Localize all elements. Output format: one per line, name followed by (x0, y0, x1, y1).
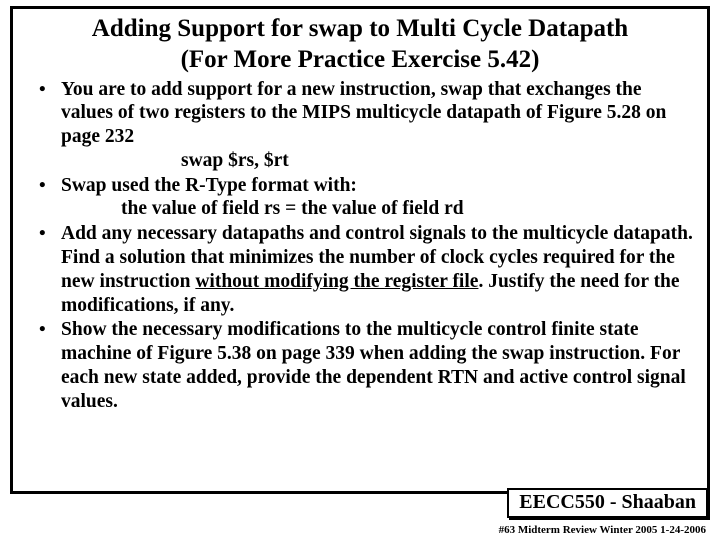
bullet-list: You are to add support for a new instruc… (27, 78, 693, 414)
slide-title: Adding Support for swap to Multi Cycle D… (27, 13, 693, 76)
list-item: Swap used the R-Type format with: the va… (27, 174, 693, 222)
bullet-text: Swap used the R-Type format with: (61, 175, 357, 196)
list-item: Add any necessary datapaths and control … (27, 222, 693, 317)
footer-course-box: EECC550 - Shaaban (507, 488, 708, 518)
footer-meta: #63 Midterm Review Winter 2005 1-24-2006 (499, 524, 706, 536)
bullet-indent: swap $rs, $rt (61, 149, 693, 173)
list-item: You are to add support for a new instruc… (27, 78, 693, 173)
bullet-underline: without modifying the register file (195, 271, 478, 292)
title-line-2: (For More Practice Exercise 5.42) (181, 46, 540, 73)
slide-frame: Adding Support for swap to Multi Cycle D… (10, 6, 710, 494)
list-item: Show the necessary modifications to the … (27, 318, 693, 413)
title-line-1: Adding Support for swap to Multi Cycle D… (92, 15, 628, 42)
footer-meta-text: #63 Midterm Review Winter 2005 1-24-2006 (499, 524, 706, 536)
bullet-text: Show the necessary modifications to the … (61, 319, 686, 411)
bullet-text: You are to add support for a new instruc… (61, 79, 666, 148)
bullet-indent: the value of field rs = the value of fie… (61, 197, 693, 221)
footer-course-text: EECC550 - Shaaban (519, 491, 696, 513)
